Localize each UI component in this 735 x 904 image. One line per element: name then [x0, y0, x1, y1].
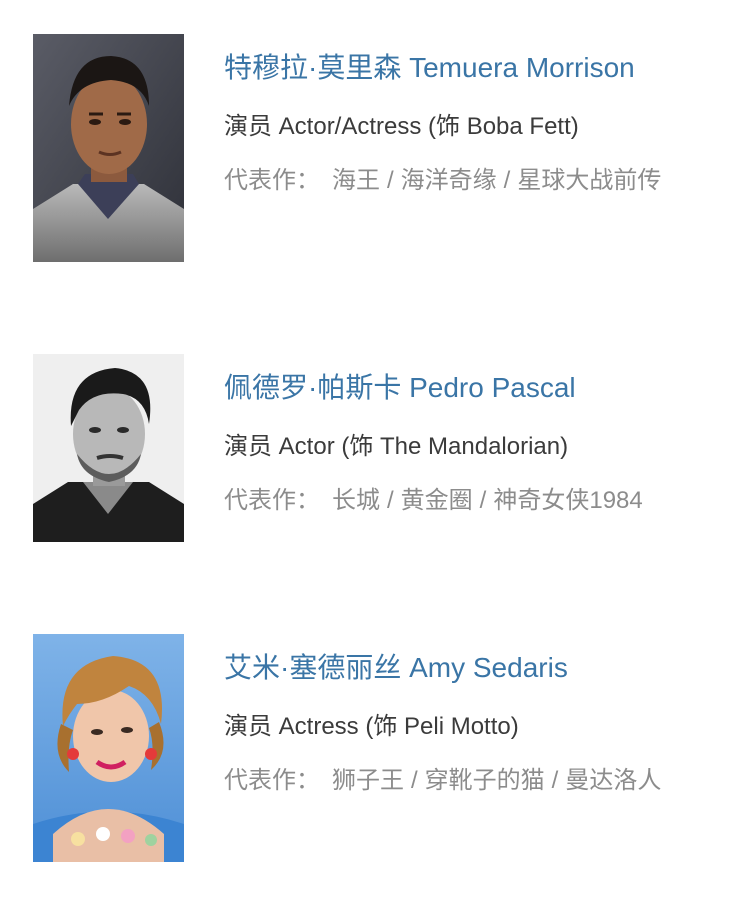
actor-photo[interactable] — [33, 354, 184, 542]
work-link[interactable]: 曼达洛人 — [565, 767, 661, 794]
cast-list: 特穆拉·莫里森 Temuera Morrison 演员 Actor/Actres… — [0, 0, 735, 904]
representative-works: 代表作： 狮子王 / 穿靴子的猫 / 曼达洛人 — [224, 766, 661, 796]
representative-works: 代表作： 长城 / 黄金圈 / 神奇女侠1984 — [224, 486, 643, 516]
actor-photo[interactable] — [33, 34, 184, 262]
work-link[interactable]: 狮子王 — [332, 767, 404, 794]
actor-role: 演员 Actor (饰 The Mandalorian) — [224, 433, 569, 460]
work-link[interactable]: 海王 — [332, 167, 380, 194]
separator: / — [387, 167, 394, 194]
separator: / — [387, 487, 394, 514]
cast-item: 佩德罗·帕斯卡 Pedro Pascal 演员 Actor (饰 The Man… — [33, 354, 723, 542]
works-label: 代表作： — [224, 167, 320, 194]
representative-works: 代表作： 海王 / 海洋奇缘 / 星球大战前传 — [224, 166, 661, 196]
work-link[interactable]: 长城 — [332, 487, 380, 514]
work-link[interactable]: 穿靴子的猫 — [425, 767, 545, 794]
actor-name-link[interactable]: 佩德罗·帕斯卡 Pedro Pascal — [224, 371, 576, 405]
cast-item: 特穆拉·莫里森 Temuera Morrison 演员 Actor/Actres… — [33, 34, 723, 262]
separator: / — [411, 767, 418, 794]
actor-role: 演员 Actress (饰 Peli Motto) — [224, 713, 519, 740]
actor-role: 演员 Actor/Actress (饰 Boba Fett) — [224, 113, 579, 140]
work-link[interactable]: 星球大战前传 — [517, 167, 661, 194]
works-label: 代表作： — [224, 767, 320, 794]
separator: / — [479, 487, 487, 514]
actor-photo[interactable] — [33, 634, 184, 862]
temuera-morrison-portrait-icon — [33, 34, 184, 262]
amy-sedaris-portrait-icon — [33, 634, 184, 862]
cast-item: 艾米·塞德丽丝 Amy Sedaris 演员 Actress (饰 Peli M… — [33, 634, 723, 862]
pedro-pascal-portrait-icon — [33, 354, 184, 542]
works-label: 代表作： — [224, 487, 320, 514]
separator: / — [503, 167, 511, 194]
actor-name-link[interactable]: 特穆拉·莫里森 Temuera Morrison — [224, 51, 635, 85]
actor-name-link[interactable]: 艾米·塞德丽丝 Amy Sedaris — [224, 651, 568, 685]
separator: / — [551, 767, 559, 794]
work-link[interactable]: 黄金圈 — [401, 487, 473, 514]
work-link[interactable]: 神奇女侠1984 — [493, 487, 642, 514]
work-link[interactable]: 海洋奇缘 — [401, 167, 497, 194]
